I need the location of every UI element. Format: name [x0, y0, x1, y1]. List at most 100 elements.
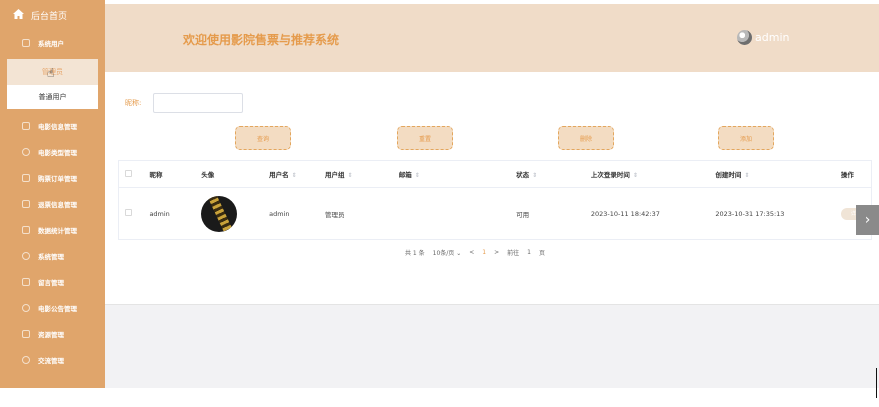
footer-area: [105, 304, 879, 388]
nickname-search-input[interactable]: [153, 93, 243, 113]
delete-button[interactable]: 删除: [558, 126, 614, 150]
sidebar-item-label: 留言管理: [38, 279, 64, 287]
row-checkbox[interactable]: [125, 209, 132, 216]
user-table: 昵称 头像 用户名 ⇕ 用户组 ⇕ 邮箱 ⇕ 状态 ⇕ 上次登录时间 ⇕ 创建时间 ⇕ 操作…: [118, 160, 872, 240]
sidebar-item-label: 资源管理: [38, 331, 64, 339]
column-header-label: 上次登录时间: [590, 171, 630, 179]
column-header-avatar: 头像: [195, 160, 264, 188]
page-title: 欢迎使用影院售票与推荐系统: [183, 33, 340, 47]
sidebar-item-system[interactable]: 系统管理: [0, 243, 105, 269]
pagination-total: 共 1 条: [405, 250, 425, 257]
text-cursor: [876, 368, 877, 398]
sidebar: 后台首页 系统用户 管理员 ☝ 普通用户 电影信息管理 电影类型管理 购票订单管…: [0, 0, 105, 388]
cell-email: [392, 187, 511, 240]
column-header-label: 状态: [516, 171, 530, 179]
table-row: admin admin 管理员 可用 2023-10-11 18:42:37 2…: [118, 187, 872, 240]
sidebar-item-refunds[interactable]: 退票信息管理: [0, 191, 105, 217]
main-content: 昵称: 查询 重置 删除 添加 昵称 头像 用户名 ⇕ 用户组 ⇕ 邮箱 ⇕ 状态 ⇕ …: [105, 72, 879, 304]
cell-group: 管理员: [319, 187, 393, 240]
sidebar-subitem-admin[interactable]: 管理员 ☝: [7, 59, 98, 85]
sidebar-item-announcements[interactable]: 电影公告管理: [0, 295, 105, 321]
header-username[interactable]: admin: [755, 31, 789, 44]
column-header-email[interactable]: 邮箱 ⇕: [392, 160, 511, 188]
cell-username: admin: [263, 187, 319, 240]
sidebar-item-label: 数据统计管理: [38, 227, 77, 235]
cell-status: 可用: [510, 187, 585, 240]
document-icon: [22, 122, 30, 130]
column-header-status[interactable]: 状态 ⇕: [510, 160, 585, 188]
sidebar-item-label: 系统用户: [38, 40, 64, 48]
sort-icon[interactable]: ⇕: [348, 172, 353, 179]
column-header-nickname: 昵称: [143, 160, 196, 188]
sidebar-item-label: 交流管理: [38, 357, 64, 365]
sidebar-item-label: 电影公告管理: [38, 305, 77, 313]
settings-icon: [22, 252, 30, 260]
sort-icon[interactable]: ⇕: [415, 172, 420, 179]
sidebar-item-label: 电影信息管理: [38, 123, 77, 131]
sidebar-subitem-label: 普通用户: [38, 93, 67, 101]
page-size-value: 10条/页: [432, 250, 455, 257]
sidebar-item-movie-info[interactable]: 电影信息管理: [0, 113, 105, 139]
sidebar-item-system-users[interactable]: 系统用户: [0, 30, 105, 56]
query-button[interactable]: 查询: [235, 126, 291, 150]
sidebar-item-label: 购票订单管理: [38, 175, 77, 183]
reset-button[interactable]: 重置: [397, 126, 453, 150]
cell-nickname: admin: [143, 187, 196, 240]
sidebar-item-ticket-orders[interactable]: 购票订单管理: [0, 165, 105, 191]
sidebar-subitem-normal-user[interactable]: 普通用户: [7, 85, 98, 109]
column-header-label: 创建时间: [715, 171, 742, 179]
sidebar-item-resources[interactable]: 资源管理: [0, 321, 105, 347]
column-header-group[interactable]: 用户组 ⇕: [319, 160, 393, 188]
sidebar-item-home[interactable]: 后台首页: [0, 0, 105, 30]
sort-icon[interactable]: ⇕: [633, 172, 638, 179]
cell-created: 2023-10-31 17:35:13: [709, 187, 835, 240]
column-header-created[interactable]: 创建时间 ⇕: [709, 160, 835, 188]
sidebar-item-label: 退票信息管理: [38, 201, 77, 209]
goto-label: 前往: [507, 250, 520, 257]
sidebar-item-label: 系统管理: [38, 253, 64, 261]
message-icon: [22, 278, 30, 286]
sort-icon[interactable]: ⇕: [292, 172, 297, 179]
add-button[interactable]: 添加: [718, 126, 774, 150]
scroll-right-arrow-icon[interactable]: ›: [856, 205, 879, 235]
sort-icon[interactable]: ⇕: [532, 172, 537, 179]
sort-icon[interactable]: ⇕: [744, 172, 749, 179]
next-page-button[interactable]: >: [494, 249, 499, 256]
sidebar-home-label: 后台首页: [31, 11, 68, 22]
pagination: 共 1 条 10条/页 ⌄ < 1 > 前往 1 页: [405, 248, 545, 257]
top-header: 欢迎使用影院售票与推荐系统 admin: [105, 4, 879, 72]
cell-avatar: [195, 187, 264, 240]
home-icon: [13, 8, 24, 22]
sidebar-item-communication[interactable]: 交流管理: [0, 347, 105, 373]
avatar[interactable]: [737, 30, 752, 45]
sidebar-item-messages[interactable]: 留言管理: [0, 269, 105, 295]
stats-icon: [22, 226, 30, 234]
edit-icon: [22, 174, 30, 182]
prev-page-button[interactable]: <: [469, 249, 474, 256]
column-header-actions: 操作: [834, 160, 872, 188]
column-header-username[interactable]: 用户名 ⇕: [263, 160, 319, 188]
row-select-cell: [118, 187, 144, 240]
circle-icon: [22, 148, 30, 156]
cell-last-login: 2023-10-11 18:42:37: [584, 187, 710, 240]
column-header-last-login[interactable]: 上次登录时间 ⇕: [584, 160, 710, 188]
page-number-current[interactable]: 1: [482, 249, 486, 256]
table-header-row: 昵称 头像 用户名 ⇕ 用户组 ⇕ 邮箱 ⇕ 状态 ⇕ 上次登录时间 ⇕ 创建时间 ⇕ 操作: [118, 160, 872, 188]
sidebar-item-label: 电影类型管理: [38, 149, 77, 157]
page-size-select[interactable]: 10条/页 ⌄: [433, 248, 462, 257]
goto-page-input[interactable]: 1: [527, 249, 531, 256]
chat-icon: [22, 356, 30, 364]
column-header-label: 邮箱: [398, 171, 412, 179]
column-header-label: 用户名: [269, 171, 289, 179]
column-header-label: 用户组: [325, 171, 345, 179]
sidebar-item-statistics[interactable]: 数据统计管理: [0, 217, 105, 243]
users-icon: [22, 39, 30, 47]
resource-icon: [22, 330, 30, 338]
notice-icon: [22, 304, 30, 312]
select-all-checkbox[interactable]: [125, 169, 132, 177]
page-unit-label: 页: [539, 250, 546, 257]
hand-cursor-icon: ☝: [47, 66, 55, 80]
search-label: 昵称:: [125, 99, 142, 107]
refund-icon: [22, 200, 30, 208]
sidebar-item-movie-type[interactable]: 电影类型管理: [0, 139, 105, 165]
